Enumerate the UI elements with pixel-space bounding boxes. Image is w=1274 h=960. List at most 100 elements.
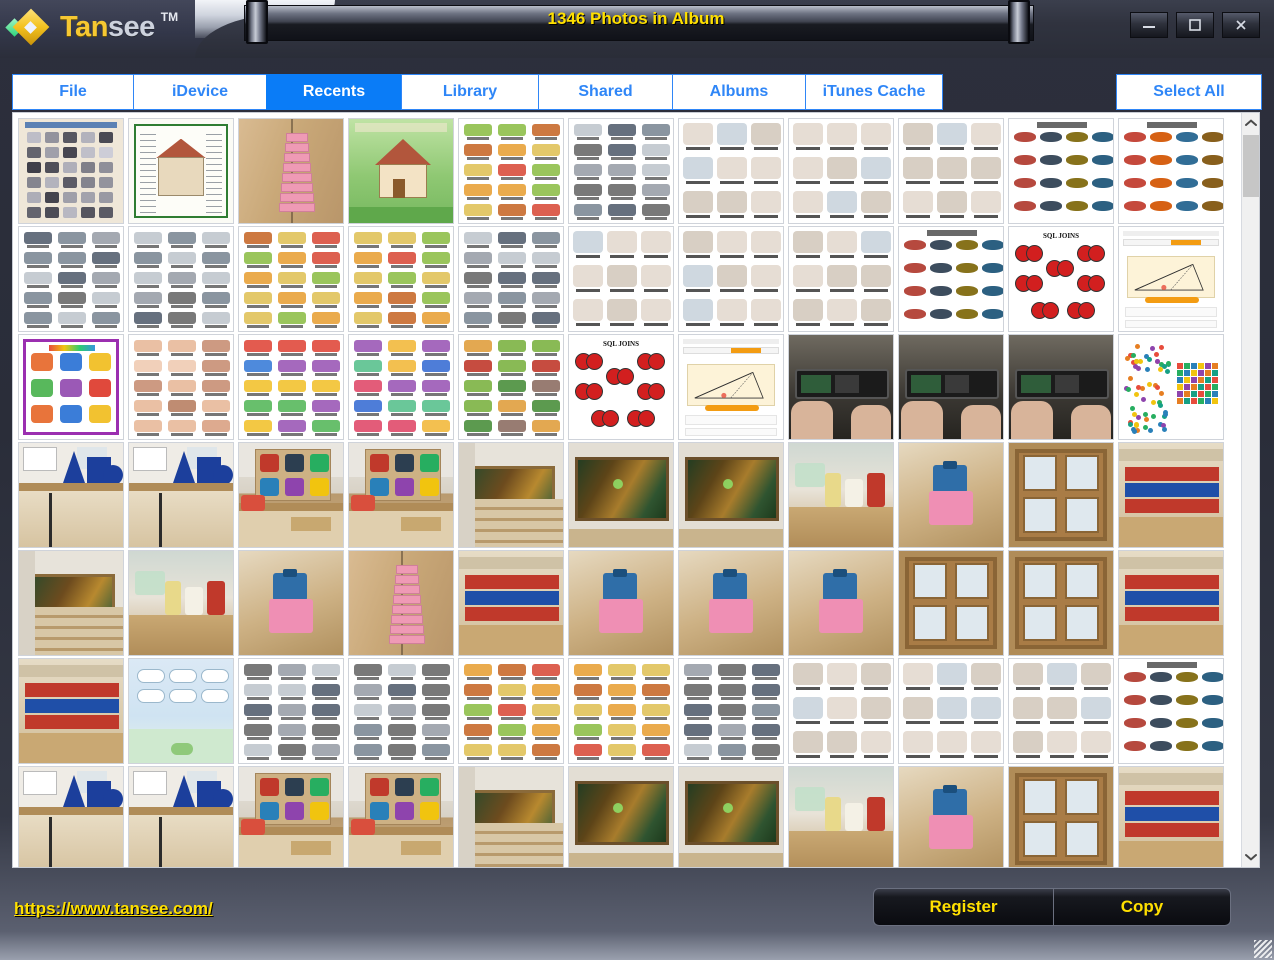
- photo-thumbnail[interactable]: [238, 334, 344, 440]
- photo-thumbnail[interactable]: [458, 658, 564, 764]
- photo-thumbnail[interactable]: [348, 118, 454, 224]
- photo-thumbnail[interactable]: [458, 334, 564, 440]
- photo-thumbnail[interactable]: [678, 334, 784, 440]
- photo-thumbnail[interactable]: [1118, 226, 1224, 332]
- photo-thumbnail[interactable]: [898, 118, 1004, 224]
- photo-thumbnail[interactable]: [1118, 550, 1224, 656]
- photo-thumbnail[interactable]: [348, 226, 454, 332]
- photo-thumbnail[interactable]: [788, 226, 894, 332]
- photo-thumbnail[interactable]: [18, 226, 124, 332]
- photo-thumbnail[interactable]: [238, 550, 344, 656]
- photo-grid-scrollbar[interactable]: [1241, 113, 1259, 867]
- photo-thumbnail[interactable]: [788, 118, 894, 224]
- photo-thumbnail[interactable]: [568, 550, 674, 656]
- photo-thumbnail[interactable]: [18, 658, 124, 764]
- photo-thumbnail[interactable]: [568, 658, 674, 764]
- scroll-up-button[interactable]: [1242, 113, 1260, 133]
- resize-grip[interactable]: [1254, 940, 1272, 958]
- photo-thumbnail[interactable]: [238, 766, 344, 867]
- photo-browser-panel: SQL JOINS SQL JOINS: [12, 112, 1260, 868]
- photo-thumbnail[interactable]: [1118, 442, 1224, 548]
- photo-thumbnail[interactable]: [568, 766, 674, 867]
- scroll-down-button[interactable]: [1242, 847, 1260, 867]
- photo-thumbnail[interactable]: [18, 442, 124, 548]
- tab-recents[interactable]: Recents: [266, 74, 402, 110]
- photo-thumbnail[interactable]: [458, 442, 564, 548]
- photo-thumbnail[interactable]: SQL JOINS: [568, 334, 674, 440]
- minimize-button[interactable]: [1130, 12, 1168, 38]
- photo-thumbnail[interactable]: [348, 334, 454, 440]
- photo-thumbnail[interactable]: [1008, 118, 1114, 224]
- photo-thumbnail[interactable]: [1118, 766, 1224, 867]
- photo-thumbnail[interactable]: [788, 658, 894, 764]
- photo-thumbnail[interactable]: [238, 442, 344, 548]
- photo-thumbnail[interactable]: [678, 766, 784, 867]
- photo-thumbnail[interactable]: [128, 550, 234, 656]
- photo-thumbnail[interactable]: [458, 766, 564, 867]
- photo-thumbnail[interactable]: [568, 226, 674, 332]
- copy-button[interactable]: Copy: [1053, 888, 1231, 926]
- photo-thumbnail[interactable]: [678, 550, 784, 656]
- photo-thumbnail[interactable]: [18, 766, 124, 867]
- photo-thumbnail[interactable]: [898, 334, 1004, 440]
- photo-thumbnail[interactable]: [568, 442, 674, 548]
- photo-thumbnail[interactable]: [898, 226, 1004, 332]
- photo-thumbnail[interactable]: [238, 658, 344, 764]
- tab-itunes-cache[interactable]: iTunes Cache: [805, 74, 943, 110]
- photo-thumbnail[interactable]: [1008, 766, 1114, 867]
- photo-thumbnail[interactable]: [678, 118, 784, 224]
- photo-thumbnail[interactable]: [898, 766, 1004, 867]
- photo-thumbnail[interactable]: [18, 550, 124, 656]
- register-button[interactable]: Register: [873, 888, 1053, 926]
- tab-albums[interactable]: Albums: [672, 74, 806, 110]
- photo-thumbnail[interactable]: [238, 226, 344, 332]
- photo-thumbnail[interactable]: [348, 766, 454, 867]
- photo-thumbnail[interactable]: [898, 442, 1004, 548]
- tab-idevice[interactable]: iDevice: [133, 74, 267, 110]
- photo-thumbnail[interactable]: [1118, 118, 1224, 224]
- photo-thumbnail[interactable]: [18, 118, 124, 224]
- photo-thumbnail[interactable]: [788, 334, 894, 440]
- photo-thumbnail[interactable]: [1008, 550, 1114, 656]
- close-button[interactable]: [1222, 12, 1260, 38]
- photo-thumbnail[interactable]: [678, 226, 784, 332]
- maximize-button[interactable]: [1176, 12, 1214, 38]
- photo-thumbnail[interactable]: [678, 442, 784, 548]
- tab-shared[interactable]: Shared: [538, 74, 673, 110]
- photo-thumbnail[interactable]: [348, 658, 454, 764]
- photo-thumbnail[interactable]: [18, 334, 124, 440]
- photo-thumbnail[interactable]: [1118, 658, 1224, 764]
- photo-thumbnail[interactable]: [128, 118, 234, 224]
- photo-thumbnail[interactable]: [458, 550, 564, 656]
- photo-thumbnail[interactable]: SQL JOINS: [1008, 226, 1114, 332]
- photo-thumbnail[interactable]: [788, 550, 894, 656]
- photo-thumbnail[interactable]: [788, 442, 894, 548]
- photo-thumbnail[interactable]: [128, 334, 234, 440]
- photo-thumbnail[interactable]: [348, 442, 454, 548]
- photo-thumbnail[interactable]: [458, 118, 564, 224]
- photo-thumbnail[interactable]: [128, 442, 234, 548]
- photo-thumbnail[interactable]: [568, 118, 674, 224]
- photo-thumbnail[interactable]: [1008, 334, 1114, 440]
- website-link[interactable]: https://www.tansee.com/: [14, 899, 213, 919]
- photo-thumbnail[interactable]: [128, 226, 234, 332]
- select-all-button[interactable]: Select All: [1116, 74, 1262, 110]
- photo-thumbnail[interactable]: [1118, 334, 1224, 440]
- photo-thumbnail[interactable]: [238, 118, 344, 224]
- app-logo: Tansee TM: [5, 6, 178, 48]
- tansee-diamond-icon: [5, 8, 54, 46]
- minimize-icon: [1143, 26, 1155, 28]
- photo-thumbnail[interactable]: [348, 550, 454, 656]
- photo-thumbnail[interactable]: [788, 766, 894, 867]
- photo-thumbnail[interactable]: [898, 658, 1004, 764]
- scrollbar-thumb[interactable]: [1243, 135, 1259, 197]
- photo-thumbnail[interactable]: [1008, 658, 1114, 764]
- tab-library[interactable]: Library: [401, 74, 539, 110]
- photo-thumbnail[interactable]: [128, 766, 234, 867]
- photo-thumbnail[interactable]: [128, 658, 234, 764]
- photo-thumbnail[interactable]: [678, 658, 784, 764]
- photo-thumbnail[interactable]: [458, 226, 564, 332]
- photo-thumbnail[interactable]: [898, 550, 1004, 656]
- photo-thumbnail[interactable]: [1008, 442, 1114, 548]
- tab-file[interactable]: File: [12, 74, 134, 110]
